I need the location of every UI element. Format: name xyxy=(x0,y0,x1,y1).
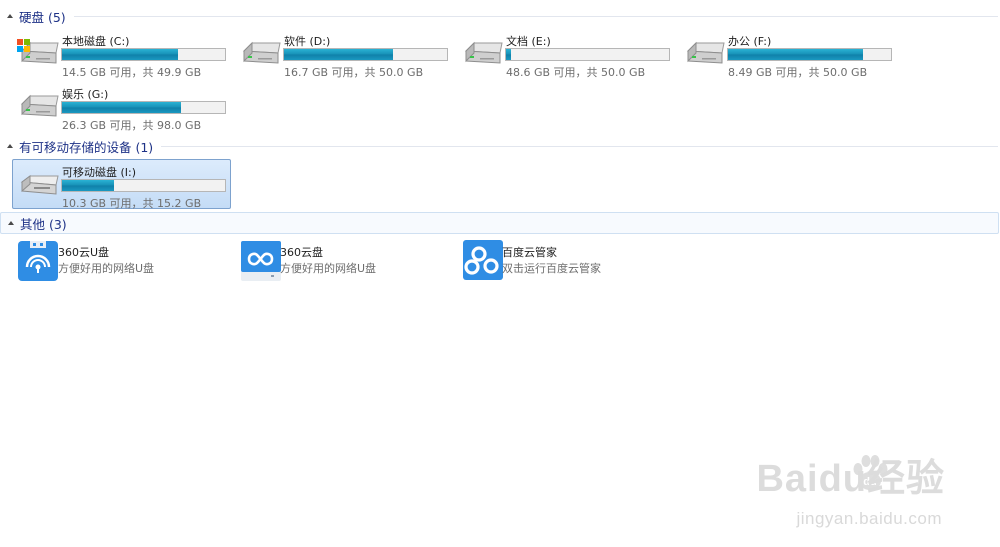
drive-size: 14.5 GB 可用，共 49.9 GB xyxy=(62,66,202,79)
group-header-other[interactable]: 其他 (3) xyxy=(0,212,999,234)
drive-size: 10.3 GB 可用，共 15.2 GB xyxy=(62,197,202,210)
usage-bar xyxy=(505,48,670,61)
collapse-arrow-icon[interactable] xyxy=(7,144,13,148)
usage-bar-fill xyxy=(728,49,864,60)
usage-bar-fill xyxy=(62,49,178,60)
drive-name: 可移动磁盘 (I:) xyxy=(62,166,137,179)
360-cloud-disk-icon xyxy=(237,237,281,281)
360-cloud-usb-icon xyxy=(15,237,59,281)
group-title: 硬盘 (5) xyxy=(19,9,66,25)
baidu-watermark: Baidu经验 xyxy=(756,458,945,500)
group-header-removable[interactable]: 有可移动存储的设备 (1) xyxy=(0,135,1000,157)
drive-size: 8.49 GB 可用，共 50.0 GB xyxy=(728,66,868,79)
collapse-arrow-icon[interactable] xyxy=(7,14,13,18)
removable-drive-tile[interactable]: 可移动磁盘 (I:) 10.3 GB 可用，共 15.2 GB xyxy=(12,159,231,210)
hard-drive-icon xyxy=(682,39,726,69)
group-header-hard-disks[interactable]: 硬盘 (5) xyxy=(0,5,1000,27)
app-name: 百度云管家 xyxy=(502,246,557,259)
baidu-cloud-icon xyxy=(459,237,503,281)
app-name: 360云U盘 xyxy=(58,246,110,259)
group-title: 其他 (3) xyxy=(20,216,67,232)
app-description: 方便好用的网络U盘 xyxy=(280,262,377,275)
drive-name: 本地磁盘 (C:) xyxy=(62,35,130,48)
group-divider xyxy=(73,15,998,17)
drive-tile[interactable]: 办公 (F:) 8.49 GB 可用，共 50.0 GB xyxy=(678,28,897,79)
drive-name: 娱乐 (G:) xyxy=(62,88,109,101)
group-divider xyxy=(161,145,998,147)
usage-bar-fill xyxy=(62,102,182,113)
app-description: 双击运行百度云管家 xyxy=(502,262,601,275)
baidu-watermark-url: jingyan.baidu.com xyxy=(796,509,942,528)
drive-tile[interactable]: 软件 (D:) 16.7 GB 可用，共 50.0 GB xyxy=(234,28,453,79)
usage-bar-fill xyxy=(62,180,115,191)
usage-bar xyxy=(61,179,226,192)
drive-name: 软件 (D:) xyxy=(284,35,331,48)
app-item-baidu-cloud[interactable]: 百度云管家 双击运行百度云管家 xyxy=(456,235,675,285)
hard-drive-icon xyxy=(16,39,60,69)
drive-size: 16.7 GB 可用，共 50.0 GB xyxy=(284,66,424,79)
drive-size: 26.3 GB 可用，共 98.0 GB xyxy=(62,119,202,132)
usage-bar-fill xyxy=(284,49,393,60)
computer-window: 硬盘 (5) 本地磁盘 (C:) 14.5 GB 可用，共 49.9 GB 软件… xyxy=(0,0,1000,547)
hard-drive-icon xyxy=(460,39,504,69)
app-item-360-cloud-usb[interactable]: 360云U盘 方便好用的网络U盘 xyxy=(12,235,231,285)
drive-name: 办公 (F:) xyxy=(728,35,772,48)
usage-bar-fill xyxy=(506,49,511,60)
drive-tile[interactable]: 文档 (E:) 48.6 GB 可用，共 50.0 GB xyxy=(456,28,675,79)
app-description: 方便好用的网络U盘 xyxy=(58,262,155,275)
usage-bar xyxy=(727,48,892,61)
hard-drive-icon xyxy=(16,92,60,122)
hard-drive-icon xyxy=(238,39,282,69)
drive-tile[interactable]: 娱乐 (G:) 26.3 GB 可用，共 98.0 GB xyxy=(12,81,231,132)
removable-drive-icon xyxy=(16,170,60,200)
usage-bar xyxy=(61,48,226,61)
app-name: 360云盘 xyxy=(280,246,323,259)
collapse-arrow-icon[interactable] xyxy=(8,221,14,225)
app-item-360-cloud-disk[interactable]: 360云盘 方便好用的网络U盘 xyxy=(234,235,453,285)
group-title: 有可移动存储的设备 (1) xyxy=(19,139,154,155)
drive-tile[interactable]: 本地磁盘 (C:) 14.5 GB 可用，共 49.9 GB xyxy=(12,28,231,79)
drive-size: 48.6 GB 可用，共 50.0 GB xyxy=(506,66,646,79)
drive-name: 文档 (E:) xyxy=(506,35,551,48)
usage-bar xyxy=(283,48,448,61)
usage-bar xyxy=(61,101,226,114)
